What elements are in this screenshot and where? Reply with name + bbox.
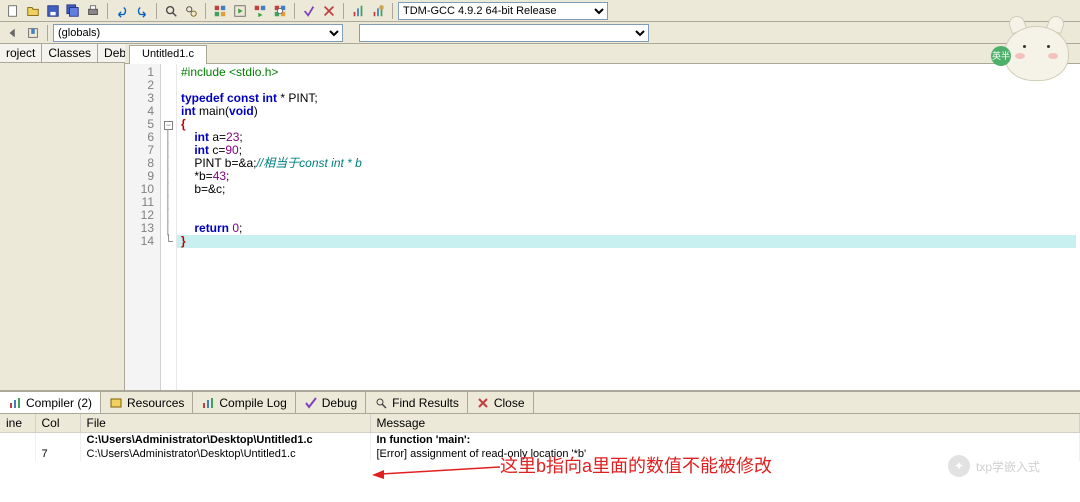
code-area[interactable]: #include <stdio.h> typedef const int * P… xyxy=(177,64,1080,390)
tab-classes[interactable]: Classes xyxy=(42,44,98,62)
compiler-tab-icon xyxy=(8,396,22,410)
compilelog-tab-icon xyxy=(201,396,215,410)
stop-icon[interactable] xyxy=(320,2,338,20)
globals-select[interactable]: (globals) xyxy=(53,24,343,42)
separator xyxy=(343,3,344,19)
col-line[interactable]: ine xyxy=(0,414,35,433)
run-icon[interactable] xyxy=(231,2,249,20)
tab-findresults[interactable]: Find Results xyxy=(366,392,468,413)
editor-body[interactable]: 1 2 3 4 5 6 7 8 9 10 11 12 13 14 − │││││… xyxy=(125,64,1080,390)
mascot-decoration: 英半 xyxy=(999,6,1074,86)
project-panel-tabs: roject Classes Debug xyxy=(0,44,124,63)
watermark: ✦ txp学嵌入式 xyxy=(948,455,1040,477)
resources-tab-icon xyxy=(109,396,123,410)
tab-debug-output[interactable]: Debug xyxy=(296,392,366,413)
editor: Untitled1.c 1 2 3 4 5 6 7 8 9 10 11 12 1… xyxy=(125,44,1080,390)
debug-tab-icon xyxy=(304,396,318,410)
result-row[interactable]: C:\Users\Administrator\Desktop\Untitled1… xyxy=(0,433,1080,448)
compiler-select[interactable]: TDM-GCC 4.9.2 64-bit Release xyxy=(398,2,608,20)
wechat-icon: ✦ xyxy=(948,455,970,477)
find-icon[interactable] xyxy=(162,2,180,20)
toolbar-secondary: (globals) xyxy=(0,22,1080,44)
rebuild-icon[interactable] xyxy=(271,2,289,20)
tab-project[interactable]: roject xyxy=(0,44,42,62)
file-tabs: Untitled1.c xyxy=(125,44,1080,64)
compilerun-icon[interactable] xyxy=(251,2,269,20)
save-icon[interactable] xyxy=(44,2,62,20)
separator xyxy=(392,3,393,19)
output-panel: Compiler (2) Resources Compile Log Debug… xyxy=(0,390,1080,502)
open-icon[interactable] xyxy=(24,2,42,20)
findresults-tab-icon xyxy=(374,396,388,410)
print-icon[interactable] xyxy=(84,2,102,20)
close-tab-icon xyxy=(476,396,490,410)
new-icon[interactable] xyxy=(4,2,22,20)
toolbar-main: TDM-GCC 4.9.2 64-bit Release xyxy=(0,0,1080,22)
fold-column: − ││││││││└ xyxy=(161,64,177,390)
saveall-icon[interactable] xyxy=(64,2,82,20)
tab-resources[interactable]: Resources xyxy=(101,392,193,413)
col-col[interactable]: Col xyxy=(35,414,80,433)
project-panel: roject Classes Debug xyxy=(0,44,125,390)
line-gutter: 1 2 3 4 5 6 7 8 9 10 11 12 13 14 xyxy=(125,64,161,390)
annotation-arrow-icon xyxy=(370,462,500,482)
bookmark-icon[interactable] xyxy=(24,24,42,42)
separator xyxy=(107,3,108,19)
tab-close[interactable]: Close xyxy=(468,392,534,413)
annotation-text: 这里b指向a里面的数值不能被修改 xyxy=(500,452,772,478)
replace-icon[interactable] xyxy=(182,2,200,20)
col-message[interactable]: Message xyxy=(370,414,1080,433)
main-area: roject Classes Debug Untitled1.c 1 2 3 4… xyxy=(0,44,1080,390)
compile-icon[interactable] xyxy=(211,2,229,20)
separator xyxy=(205,3,206,19)
separator xyxy=(47,25,48,41)
separator xyxy=(156,3,157,19)
tab-compiler[interactable]: Compiler (2) xyxy=(0,392,101,413)
file-tab-untitled1[interactable]: Untitled1.c xyxy=(129,45,207,64)
tab-compilelog[interactable]: Compile Log xyxy=(193,392,295,413)
profile2-icon[interactable] xyxy=(369,2,387,20)
profile-icon[interactable] xyxy=(349,2,367,20)
undo-icon[interactable] xyxy=(113,2,131,20)
mascot-badge: 英半 xyxy=(991,46,1011,66)
symbols-select[interactable] xyxy=(359,24,649,42)
back-icon[interactable] xyxy=(4,24,22,42)
output-tabs: Compiler (2) Resources Compile Log Debug… xyxy=(0,392,1080,414)
fold-toggle-icon[interactable]: − xyxy=(164,121,173,130)
redo-icon[interactable] xyxy=(133,2,151,20)
col-file[interactable]: File xyxy=(80,414,370,433)
separator xyxy=(294,3,295,19)
debug-icon[interactable] xyxy=(300,2,318,20)
